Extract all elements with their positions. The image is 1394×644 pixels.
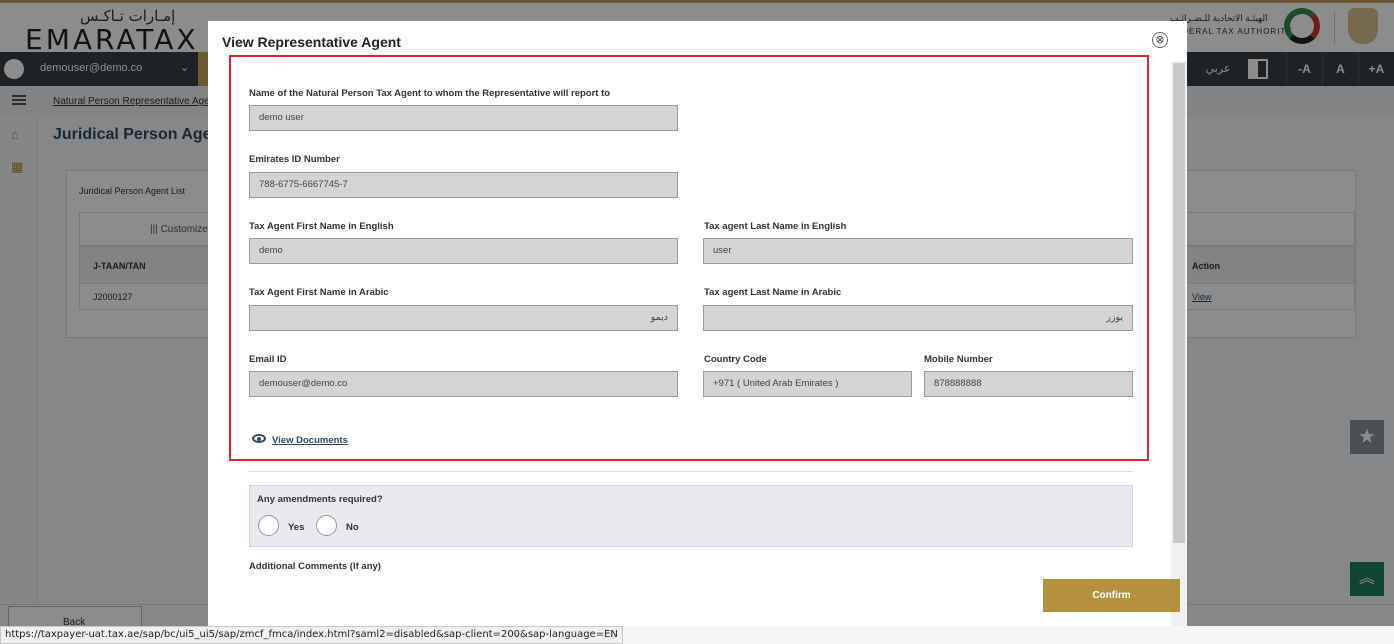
view-agent-modal: View Representative Agent ⊗ Name of the … xyxy=(208,21,1187,626)
section-divider xyxy=(249,471,1133,472)
radio-yes[interactable] xyxy=(258,515,279,536)
last-name-ar-label: Tax agent Last Name in Arabic xyxy=(704,287,842,298)
view-documents-link[interactable]: View Documents xyxy=(272,435,348,446)
mobile-field[interactable]: 878888888 xyxy=(924,371,1133,397)
radio-no[interactable] xyxy=(316,515,337,536)
last-name-ar-field[interactable]: يوزر xyxy=(703,305,1133,331)
last-name-en-field[interactable]: user xyxy=(703,238,1133,264)
modal-scrollbar-thumb[interactable] xyxy=(1173,63,1185,543)
email-label: Email ID xyxy=(249,354,287,365)
first-name-ar-label: Tax Agent First Name in Arabic xyxy=(249,287,389,298)
country-code-label: Country Code xyxy=(704,354,767,365)
last-name-en-label: Tax agent Last Name in English xyxy=(704,221,847,232)
first-name-en-label: Tax Agent First Name in English xyxy=(249,221,394,232)
first-name-ar-field[interactable]: ديمو xyxy=(249,305,678,331)
emirates-id-field[interactable]: 788-6775-6667745-7 xyxy=(249,172,678,198)
country-code-field[interactable]: +971 ( United Arab Emirates ) xyxy=(703,371,912,397)
emirates-id-label: Emirates ID Number xyxy=(249,154,340,165)
close-icon[interactable]: ⊗ xyxy=(1152,32,1168,48)
mobile-label: Mobile Number xyxy=(924,354,993,365)
browser-status-url: https://taxpayer-uat.tax.ae/sap/bc/ui5_u… xyxy=(0,626,623,644)
agent-name-label: Name of the Natural Person Tax Agent to … xyxy=(249,88,611,99)
modal-title: View Representative Agent xyxy=(222,34,401,50)
first-name-en-field[interactable]: demo xyxy=(249,238,678,264)
email-field[interactable]: demouser@demo.co xyxy=(249,371,678,397)
comments-label: Additional Comments (If any) xyxy=(249,561,381,572)
agent-name-field[interactable]: demo user xyxy=(249,105,678,131)
radio-no-label[interactable]: No xyxy=(346,522,359,533)
amendments-question: Any amendments required? xyxy=(257,494,383,505)
confirm-button[interactable]: Confirm xyxy=(1043,579,1180,612)
radio-yes-label[interactable]: Yes xyxy=(288,522,304,533)
eye-icon[interactable] xyxy=(252,434,266,443)
